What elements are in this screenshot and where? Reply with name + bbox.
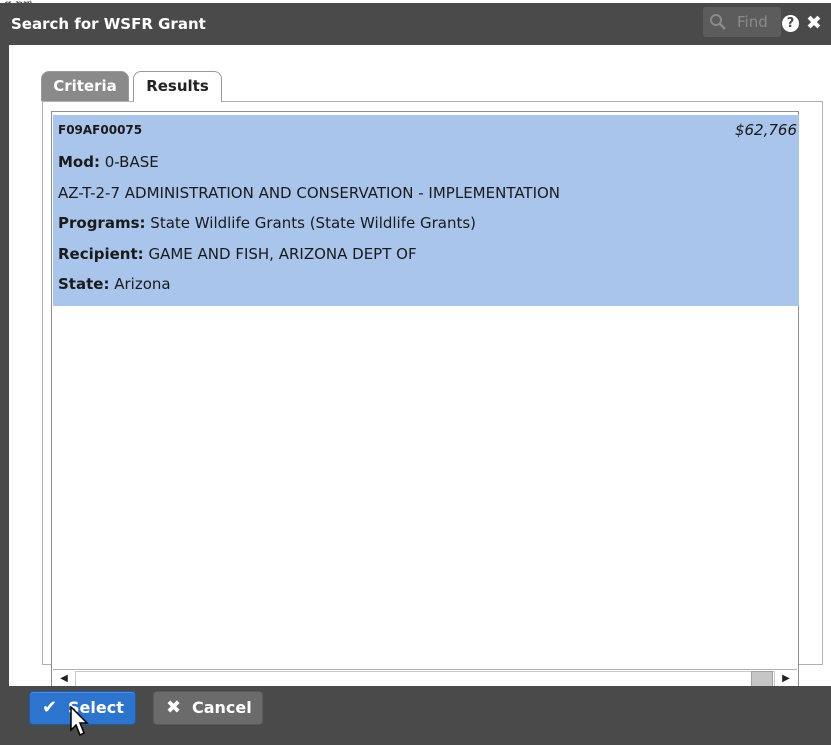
dialog-titlebar: Search for WSFR Grant Find ? ✖ (0, 3, 831, 45)
scroll-thumb[interactable] (751, 671, 773, 687)
search-dialog: Search for WSFR Grant Find ? ✖ Criteria … (0, 3, 831, 745)
dialog-body: Criteria Results F09AF00075 $62,766 Mod:… (9, 45, 831, 691)
result-item[interactable]: F09AF00075 $62,766 Mod: 0-BASE AZ-T-2-7 … (53, 115, 799, 306)
grant-id: F09AF00075 (58, 123, 143, 137)
tab-results[interactable]: Results (133, 71, 222, 102)
mod-row: Mod: 0-BASE (58, 153, 159, 171)
recipient-value: GAME AND FISH, ARIZONA DEPT OF (148, 245, 417, 263)
mod-label: Mod: (58, 153, 100, 171)
dialog-footer: ✔ Select ✖ Cancel (0, 686, 831, 745)
find-button[interactable]: Find (703, 7, 781, 37)
results-list[interactable]: F09AF00075 $62,766 Mod: 0-BASE AZ-T-2-7 … (51, 111, 799, 691)
cancel-button[interactable]: ✖ Cancel (153, 691, 263, 725)
scroll-right-icon[interactable]: ▶ (776, 671, 796, 687)
scroll-track[interactable] (75, 671, 775, 687)
x-icon: ✖ (166, 697, 182, 718)
recipient-label: Recipient: (58, 245, 144, 263)
mouse-pointer-icon (70, 706, 89, 737)
state-value: Arizona (114, 275, 171, 293)
mod-value: 0-BASE (104, 153, 159, 171)
help-icon[interactable]: ? (782, 15, 799, 32)
recipient-row: Recipient: GAME AND FISH, ARIZONA DEPT O… (58, 245, 417, 263)
state-row: State: Arizona (58, 275, 171, 293)
programs-row: Programs: State Wildlife Grants (State W… (58, 214, 476, 232)
dialog-title: Search for WSFR Grant (11, 15, 206, 33)
programs-value: State Wildlife Grants (State Wildlife Gr… (150, 214, 477, 232)
state-label: State: (58, 275, 110, 293)
scroll-left-icon[interactable]: ◀ (54, 671, 74, 687)
results-panel: F09AF00075 $62,766 Mod: 0-BASE AZ-T-2-7 … (42, 101, 823, 691)
grant-description: AZ-T-2-7 ADMINISTRATION AND CONSERVATION… (58, 184, 561, 202)
cancel-label: Cancel (192, 698, 252, 717)
find-label: Find (737, 13, 768, 31)
grant-amount: $62,766 (734, 121, 797, 139)
tab-criteria[interactable]: Criteria (41, 71, 129, 101)
search-icon (710, 14, 726, 30)
check-icon: ✔ (42, 697, 58, 718)
programs-label: Programs: (58, 214, 146, 232)
close-icon[interactable]: ✖ (806, 12, 822, 34)
